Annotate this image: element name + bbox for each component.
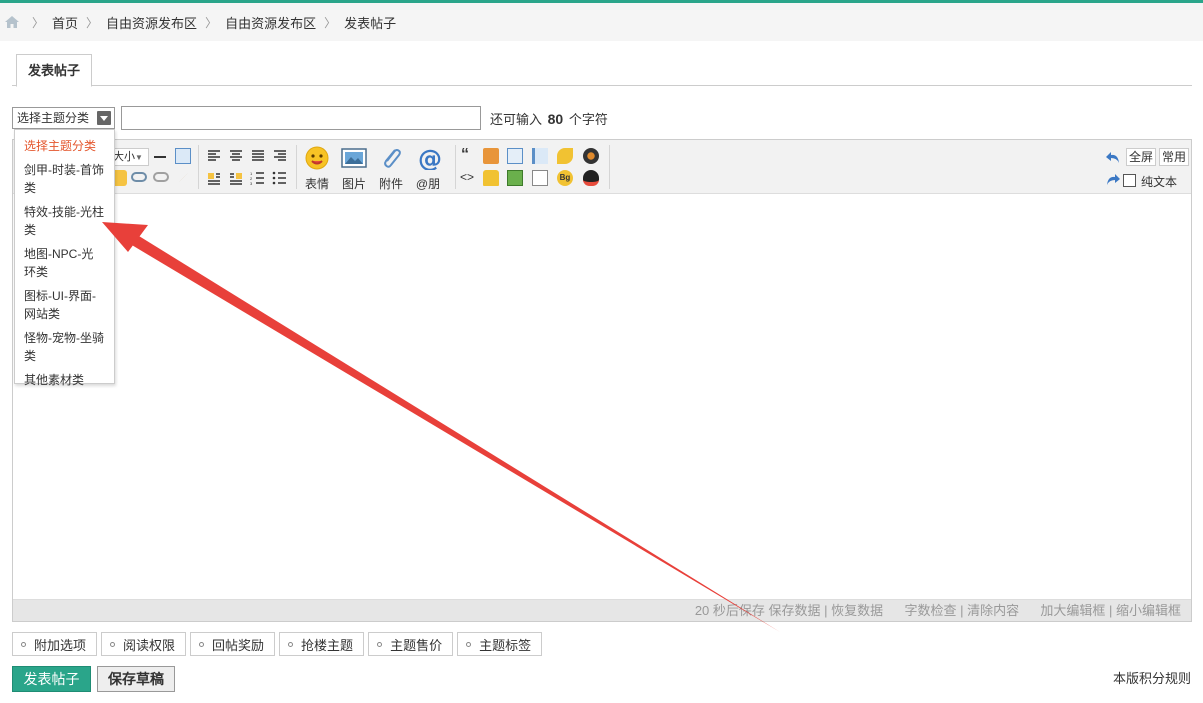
extra-option-label: 阅读权限 — [123, 637, 176, 653]
annotation-arrow-shaft — [120, 228, 780, 632]
extra-option-button[interactable]: 附加选项 — [12, 632, 98, 656]
extra-option-button[interactable]: 主题售价 — [368, 632, 454, 656]
annotation-arrow — [102, 222, 780, 632]
save-draft-button[interactable]: 保存草稿 — [97, 666, 175, 692]
extra-option-label: 附加选项 — [34, 637, 87, 653]
option-dot-icon — [466, 641, 472, 647]
extra-option-label: 主题售价 — [390, 637, 443, 653]
option-dot-icon — [288, 641, 294, 647]
option-dot-icon — [21, 641, 26, 647]
extra-option-button[interactable]: 主题标签 — [457, 632, 543, 656]
option-dot-icon — [199, 641, 205, 647]
extra-option-button[interactable]: 阅读权限 — [101, 632, 187, 656]
post-thread-button[interactable]: 发表帖子 — [12, 666, 91, 692]
extra-option-button[interactable]: 抢楼主题 — [279, 632, 365, 656]
extra-option-label: 抢楼主题 — [301, 637, 354, 653]
extra-option-label: 回帖奖励 — [212, 637, 265, 653]
option-dot-icon — [377, 641, 383, 647]
option-dot-icon — [110, 641, 116, 647]
extra-option-label: 主题标签 — [479, 637, 532, 653]
extra-options-bar: 附加选项 阅读权限 回帖奖励 抢楼主题 主题售价 主题标签 — [12, 632, 546, 656]
points-rules-link[interactable]: 本版积分规则 — [1113, 668, 1191, 687]
extra-option-button[interactable]: 回帖奖励 — [190, 632, 276, 656]
